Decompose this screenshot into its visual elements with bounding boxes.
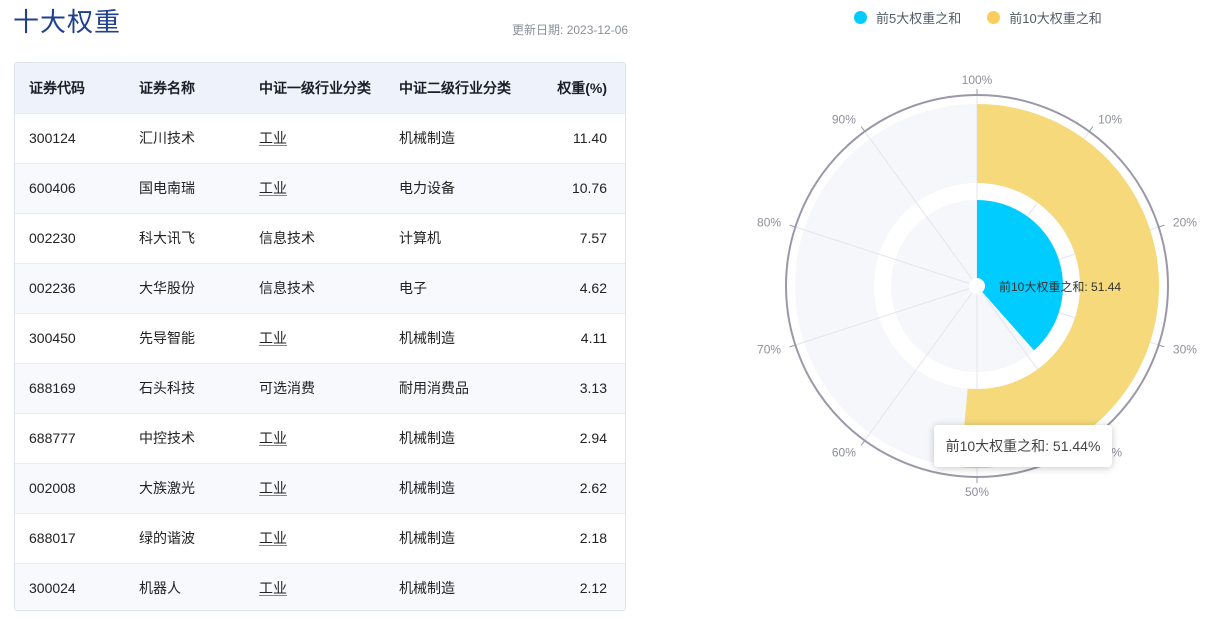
table-header-row: 证券代码 证券名称 中证一级行业分类 中证二级行业分类 权重(%) — [15, 63, 625, 113]
bar-top10-label: 前10大权重之和: 51.44 — [999, 279, 1121, 294]
cell-code: 688017 — [29, 530, 76, 546]
cell-industry-l1[interactable]: 工业 — [259, 513, 399, 563]
industry-l1-link[interactable]: 工业 — [259, 430, 287, 446]
cell-industry-l2: 电力设备 — [399, 180, 455, 196]
polar-bar-svg: 100%10%20%30%40%50%60%70%80%90%前10大权重之和:… — [757, 73, 1197, 499]
chart-tooltip: 前10大权重之和: 51.44% — [934, 425, 1112, 467]
industry-l1-link[interactable]: 工业 — [259, 480, 287, 496]
angle-tick — [789, 344, 796, 348]
angle-tick-label: 10% — [1098, 112, 1122, 126]
angle-tick — [1158, 344, 1165, 348]
industry-l1-link[interactable]: 工业 — [259, 330, 287, 346]
cell-name: 科大讯飞 — [139, 230, 195, 246]
cell-industry-l1[interactable]: 工业 — [259, 463, 399, 513]
cell-industry-l2: 机械制造 — [399, 580, 455, 597]
cell-name: 大族激光 — [139, 480, 195, 496]
angle-tick — [860, 126, 866, 132]
cell-name: 中控技术 — [139, 430, 195, 446]
cell-code: 600406 — [29, 180, 76, 196]
cell-industry-l2: 机械制造 — [399, 330, 455, 346]
cell-weight: 3.13 — [579, 380, 607, 396]
cell-industry-l1[interactable]: 工业 — [259, 113, 399, 163]
cell-code: 688777 — [29, 430, 76, 446]
cell-weight: 2.12 — [579, 580, 607, 597]
cell-industry-l1[interactable]: 工业 — [259, 563, 399, 610]
center-dot — [969, 278, 985, 294]
cell-name: 汇川技术 — [139, 130, 195, 146]
cell-code: 300124 — [29, 130, 76, 146]
update-date: 更新日期: 2023-12-06 — [512, 21, 628, 38]
cell-name: 绿的谐波 — [139, 530, 195, 546]
industry-l1-link[interactable]: 工业 — [259, 180, 287, 196]
update-date-value: 2023-12-06 — [566, 23, 629, 37]
cell-industry-l1: 可选消费 — [259, 380, 315, 396]
angle-tick — [860, 440, 866, 446]
table-row: 688777 中控技术 工业 机械制造 2.94 — [15, 413, 625, 463]
cell-weight: 2.18 — [579, 530, 607, 546]
cell-industry-l1[interactable]: 工业 — [259, 413, 399, 463]
table-row: 002236 大华股份 信息技术 电子 4.62 — [15, 263, 625, 313]
cell-industry-l1[interactable]: 工业 — [259, 313, 399, 363]
page-title: 十大权重 — [13, 7, 122, 37]
angle-tick-label: 80% — [757, 215, 781, 229]
header-name[interactable]: 证券名称 — [139, 63, 259, 113]
cell-code: 002008 — [29, 480, 76, 496]
angle-tick-label: 20% — [1173, 215, 1197, 229]
cell-industry-l2: 机械制造 — [399, 130, 455, 146]
cell-weight: 11.40 — [573, 130, 607, 146]
cell-industry-l1: 信息技术 — [259, 230, 315, 246]
cell-industry-l2: 机械制造 — [399, 530, 455, 546]
cell-weight: 7.57 — [579, 230, 607, 246]
angle-tick — [789, 224, 796, 228]
table-row: 300450 先导智能 工业 机械制造 4.11 — [15, 313, 625, 363]
angle-tick-label: 50% — [965, 485, 989, 499]
angle-tick — [1088, 126, 1094, 132]
update-date-label: 更新日期: — [512, 23, 564, 37]
angle-tick — [1158, 224, 1165, 228]
cell-weight: 10.76 — [571, 180, 607, 196]
table-row: 300124 汇川技术 工业 机械制造 11.40 — [15, 113, 625, 163]
angle-tick-label: 90% — [832, 112, 856, 126]
angle-tick-label: 60% — [832, 446, 856, 460]
header-industry-l1[interactable]: 中证一级行业分类 — [259, 63, 399, 113]
cell-weight: 4.11 — [580, 330, 607, 346]
cell-code: 300024 — [29, 580, 76, 597]
table-row: 600406 国电南瑞 工业 电力设备 10.76 — [15, 163, 625, 213]
cell-industry-l2: 耐用消费品 — [399, 380, 469, 396]
cell-code: 002236 — [29, 280, 76, 296]
cell-code: 688169 — [29, 380, 76, 396]
cell-industry-l2: 机械制造 — [399, 480, 455, 496]
table-row: 688169 石头科技 可选消费 耐用消费品 3.13 — [15, 363, 625, 413]
cell-name: 大华股份 — [139, 280, 195, 296]
industry-l1-link[interactable]: 工业 — [259, 580, 287, 596]
angle-tick-label: 30% — [1173, 343, 1197, 357]
cell-name: 机器人 — [139, 580, 181, 597]
cell-code: 300450 — [29, 330, 76, 346]
table-row: 688017 绿的谐波 工业 机械制造 2.18 — [15, 513, 625, 563]
cell-industry-l2: 计算机 — [399, 230, 441, 246]
holdings-table: 证券代码 证券名称 中证一级行业分类 中证二级行业分类 权重(%) 300124… — [14, 62, 626, 611]
polar-chart: 前5大权重之和 前10大权重之和 100%10%20%30%40%50%60%7… — [740, 0, 1216, 625]
cell-code: 002230 — [29, 230, 76, 246]
header-industry-l2[interactable]: 中证二级行业分类 — [399, 63, 539, 113]
cell-industry-l1[interactable]: 工业 — [259, 163, 399, 213]
industry-l1-link[interactable]: 工业 — [259, 530, 287, 546]
angle-tick-label: 70% — [757, 343, 781, 357]
table-row: 002230 科大讯飞 信息技术 计算机 7.57 — [15, 213, 625, 263]
header-code[interactable]: 证券代码 — [15, 63, 139, 113]
cell-industry-l2: 机械制造 — [399, 430, 455, 446]
cell-industry-l1: 信息技术 — [259, 280, 315, 296]
cell-weight: 4.62 — [579, 280, 607, 296]
cell-name: 国电南瑞 — [139, 180, 195, 196]
cell-weight: 2.94 — [579, 430, 607, 446]
cell-weight: 2.62 — [579, 480, 607, 496]
cell-industry-l2: 电子 — [399, 280, 427, 296]
industry-l1-link[interactable]: 工业 — [259, 130, 287, 146]
header-weight[interactable]: 权重(%) — [539, 63, 625, 113]
table-row: 300024 机器人 工业 机械制造 2.12 — [15, 563, 625, 610]
cell-name: 先导智能 — [139, 330, 195, 346]
angle-tick-label: 100% — [962, 73, 993, 87]
cell-name: 石头科技 — [139, 380, 195, 396]
table-row: 002008 大族激光 工业 机械制造 2.62 — [15, 463, 625, 513]
